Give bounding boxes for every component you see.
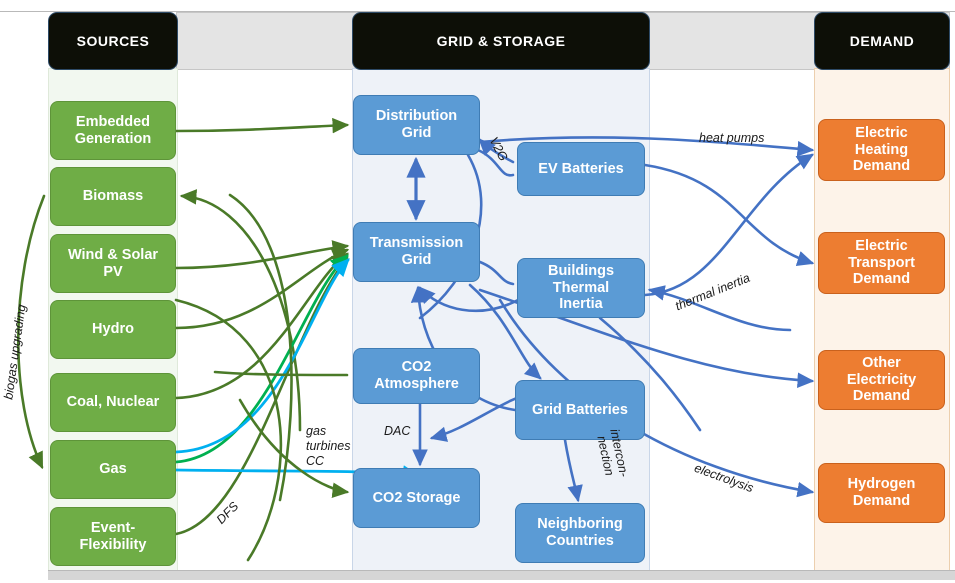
edge-crossing-green-b [228, 193, 293, 502]
edge-to-biomass [179, 189, 302, 432]
node-label: Electric Heating Demand [852, 124, 911, 175]
node-electric-transport-demand[interactable]: Electric Transport Demand [818, 232, 945, 294]
node-label: CO2 Storage [372, 489, 461, 506]
node-hydrogen-demand[interactable]: Hydrogen Demand [818, 463, 945, 523]
node-neighboring-countries[interactable]: Neighboring Countries [515, 503, 645, 563]
bottom-band [48, 570, 955, 580]
node-embedded-generation[interactable]: Embedded Generation [50, 101, 176, 160]
edge-event-flexibility-to-transmission [174, 256, 349, 536]
edge-label-electrolysis: electrolysis [692, 460, 756, 496]
node-label: Biomass [82, 188, 144, 205]
edge-label-gas-turbines-cc: gas turbines CC [306, 424, 362, 469]
edge-co2atmosphere-to-sources [213, 370, 349, 377]
edge-coal-nuclear-to-transmission [174, 252, 349, 400]
node-grid-batteries[interactable]: Grid Batteries [515, 380, 645, 440]
node-label: Transmission Grid [369, 235, 464, 268]
node-co2-storage[interactable]: CO2 Storage [353, 468, 480, 528]
node-gas[interactable]: Gas [50, 440, 176, 499]
edge-label-dfs: DFS [213, 499, 242, 527]
edge-label-dac: DAC [384, 424, 411, 438]
node-wind-solar-pv[interactable]: Wind & Solar PV [50, 234, 176, 293]
node-label: Wind & Solar PV [67, 246, 159, 280]
node-distribution-grid[interactable]: Distribution Grid [353, 95, 480, 155]
edge-hydro-to-transmission [174, 248, 350, 330]
node-label: Hydrogen Demand [847, 476, 916, 509]
edge-label-line: turbines [306, 439, 351, 453]
edge-embedded-to-distribution [174, 117, 350, 134]
edge-label-biogas-upgrading: biogas upgrading [1, 303, 29, 401]
demand-column-header: DEMAND [814, 12, 950, 70]
sources-column-header: SOURCES [48, 12, 178, 70]
node-co2-atmosphere[interactable]: CO2 Atmosphere [353, 348, 480, 404]
node-biomass[interactable]: Biomass [50, 167, 176, 226]
node-electric-heating-demand[interactable]: Electric Heating Demand [818, 119, 945, 181]
edge-transmission-to-electric-heating [643, 153, 814, 297]
edge-wind-solar-to-transmission [174, 240, 350, 270]
node-label: Hydro [92, 321, 134, 338]
node-other-electricity-demand[interactable]: Other Electricity Demand [818, 350, 945, 410]
node-label: Buildings Thermal Inertia [547, 262, 615, 313]
node-label: Embedded Generation [74, 113, 152, 147]
node-coal-nuclear[interactable]: Coal, Nuclear [50, 373, 176, 432]
node-label: Electric Transport Demand [848, 237, 915, 288]
node-transmission-grid[interactable]: Transmission Grid [353, 222, 480, 282]
node-label: EV Batteries [538, 160, 624, 177]
node-label: Coal, Nuclear [66, 394, 160, 411]
edge-ev-to-electric-transport [643, 163, 815, 266]
edge-label-heat-pumps: heat pumps [699, 131, 765, 145]
edge-label-line: CC [306, 454, 325, 468]
node-hydro[interactable]: Hydro [50, 300, 176, 359]
node-label: Other Electricity Demand [846, 354, 917, 405]
node-label: Gas [99, 461, 127, 478]
node-label: CO2 Atmosphere [374, 359, 459, 392]
node-ev-batteries[interactable]: EV Batteries [517, 142, 645, 196]
node-label: Grid Batteries [532, 401, 628, 418]
node-label: Distribution Grid [375, 108, 458, 141]
diagram-canvas: SOURCES GRID & STORAGE DEMAND Embedded G… [0, 0, 955, 583]
node-label: Neighboring Countries [537, 516, 623, 549]
edge-label-line: gas [306, 424, 327, 438]
grid-column-header: GRID & STORAGE [352, 12, 650, 70]
edge-label-thermal-inertia: thermal inertia [673, 270, 752, 314]
node-buildings-thermal-inertia[interactable]: Buildings Thermal Inertia [517, 258, 645, 318]
node-event-flexibility[interactable]: Event- Flexibility [50, 507, 176, 566]
node-label: Event- Flexibility [79, 519, 147, 553]
